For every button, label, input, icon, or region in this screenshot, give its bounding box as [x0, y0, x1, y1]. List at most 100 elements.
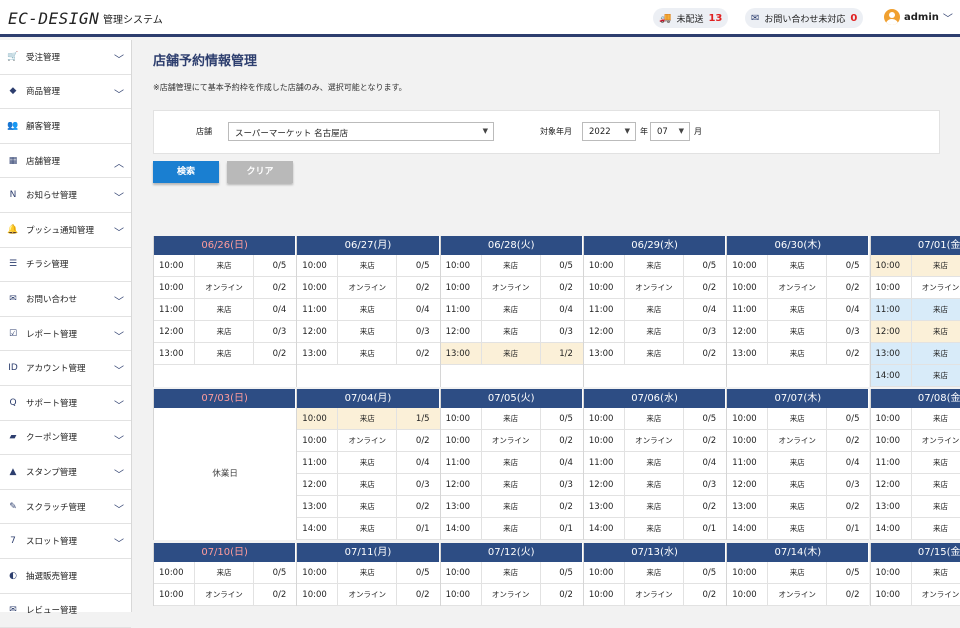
reservation-slot[interactable]: 13:00来店0/2 [154, 343, 296, 365]
sidebar-item[interactable]: ▲スタンプ管理﹀ [0, 455, 131, 490]
reservation-slot[interactable]: 12:00来店0/3 [727, 474, 869, 496]
sidebar-item[interactable]: 7スロット管理﹀ [0, 524, 131, 559]
reservation-slot[interactable]: 12:00来店0/3 [727, 321, 869, 343]
reservation-slot[interactable]: 12:00来店0/3 [297, 474, 439, 496]
reservation-slot[interactable]: 14:00来店0/1 [871, 518, 960, 540]
sidebar-item[interactable]: 🔔プッシュ通知管理﹀ [0, 213, 131, 248]
reservation-slot[interactable]: 10:00来店1/5 [297, 408, 439, 430]
sidebar-item[interactable]: ◐抽選販売管理 [0, 559, 131, 594]
sidebar-item[interactable]: ◆商品管理﹀ [0, 75, 131, 110]
reservation-slot[interactable]: 14:00来店0/1 [584, 518, 726, 540]
reservation-slot[interactable]: 12:00来店0/3 [441, 321, 583, 343]
reservation-slot[interactable]: 10:00来店0/5 [441, 562, 583, 584]
reservation-slot[interactable]: 10:00オンライン0/2 [297, 277, 439, 299]
reservation-slot[interactable]: 12:00来店0/3 [871, 474, 960, 496]
reservation-slot[interactable]: 13:00来店0/2 [441, 496, 583, 518]
reservation-slot[interactable]: 11:00来店0/4 [441, 452, 583, 474]
unshipped-badge[interactable]: 🚚 未配送 13 [653, 8, 728, 28]
reservation-slot[interactable]: 10:00オンライン0/2 [727, 277, 869, 299]
reservation-slot[interactable]: 13:00来店0/2 [871, 343, 960, 365]
reservation-slot[interactable]: 10:00来店0/5 [584, 562, 726, 584]
reservation-slot[interactable]: 13:00来店0/2 [297, 496, 439, 518]
sidebar-item[interactable]: Qサポート管理﹀ [0, 386, 131, 421]
sidebar-item[interactable]: IDアカウント管理﹀ [0, 351, 131, 386]
reservation-slot[interactable]: 10:00オンライン0/2 [441, 430, 583, 452]
inquiry-badge[interactable]: ✉ お問い合わせ未対応 0 [745, 8, 863, 28]
reservation-slot[interactable]: 14:00来店0/1 [441, 518, 583, 540]
reservation-slot[interactable]: 10:00来店0/5 [584, 408, 726, 430]
reservation-slot[interactable]: 11:00来店0/4 [584, 452, 726, 474]
sidebar-item[interactable]: ☰チラシ管理 [0, 248, 131, 283]
reservation-slot[interactable]: 12:00来店0/3 [441, 474, 583, 496]
reservation-slot[interactable]: 10:00来店0/5 [441, 255, 583, 277]
reservation-slot[interactable]: 11:00来店0/4 [727, 452, 869, 474]
year-select[interactable]: 2022 ▼ [582, 122, 636, 141]
clear-button[interactable]: クリア [227, 161, 293, 183]
reservation-slot[interactable]: 13:00来店1/2 [441, 343, 583, 365]
reservation-slot[interactable]: 11:00来店0/4 [584, 299, 726, 321]
reservation-slot[interactable]: 11:00来店0/4 [441, 299, 583, 321]
user-menu[interactable]: admin ﹀ [884, 9, 953, 25]
reservation-slot[interactable]: 10:00来店0/5 [727, 255, 869, 277]
reservation-slot[interactable]: 13:00来店0/2 [727, 496, 869, 518]
reservation-slot[interactable]: 10:00来店0/5 [441, 408, 583, 430]
reservation-slot[interactable]: 13:00来店0/2 [871, 496, 960, 518]
reservation-slot[interactable]: 10:00オンライン0/2 [441, 277, 583, 299]
reservation-slot[interactable]: 10:00オンライン0/2 [871, 430, 960, 452]
reservation-slot[interactable]: 14:00来店0/1 [727, 518, 869, 540]
reservation-slot[interactable]: 10:00来店0/5 [727, 408, 869, 430]
reservation-slot[interactable]: 10:00オンライン0/2 [584, 277, 726, 299]
reservation-slot[interactable]: 10:00来店0/5 [297, 255, 439, 277]
slot-type: 来店 [911, 452, 960, 473]
sidebar-item[interactable]: ▰クーポン管理﹀ [0, 421, 131, 456]
store-select[interactable]: スーパーマーケット 名古屋店 ▼ [228, 122, 494, 141]
sidebar-item[interactable]: ☑レポート管理﹀ [0, 317, 131, 352]
reservation-slot[interactable]: 10:00オンライン0/2 [297, 430, 439, 452]
reservation-slot[interactable]: 10:00オンライン0/2 [584, 584, 726, 606]
reservation-slot[interactable]: 10:00オンライン0/2 [727, 430, 869, 452]
sidebar-item[interactable]: ✉お問い合わせ﹀ [0, 282, 131, 317]
sidebar-item[interactable]: ✉レビュー管理 [0, 594, 131, 628]
reservation-slot[interactable]: 12:00来店0/3 [297, 321, 439, 343]
reservation-slot[interactable]: 10:00来店0/5 [871, 255, 960, 277]
sidebar-item[interactable]: ▦店舗管理︿ [0, 144, 131, 179]
reservation-slot[interactable]: 11:00来店0/4 [871, 299, 960, 321]
search-button[interactable]: 検索 [153, 161, 219, 183]
reservation-slot[interactable]: 14:00来店0/1 [297, 518, 439, 540]
sidebar-item[interactable]: Nお知らせ管理﹀ [0, 178, 131, 213]
reservation-slot[interactable]: 13:00来店0/2 [727, 343, 869, 365]
reservation-slot[interactable]: 10:00オンライン0/2 [584, 430, 726, 452]
reservation-slot[interactable]: 10:00オンライン0/2 [441, 584, 583, 606]
reservation-slot[interactable]: 13:00来店0/2 [584, 496, 726, 518]
sidebar-item[interactable]: 🛒受注管理﹀ [0, 40, 131, 75]
reservation-slot[interactable]: 13:00来店0/2 [297, 343, 439, 365]
reservation-slot[interactable]: 10:00オンライン0/2 [297, 584, 439, 606]
sidebar: 🛒受注管理﹀◆商品管理﹀👥顧客管理▦店舗管理︿Nお知らせ管理﹀🔔プッシュ通知管理… [0, 40, 132, 612]
reservation-slot[interactable]: 10:00オンライン0/2 [871, 277, 960, 299]
reservation-slot[interactable]: 10:00オンライン0/2 [154, 584, 296, 606]
reservation-slot[interactable]: 10:00オンライン0/2 [154, 277, 296, 299]
reservation-slot[interactable]: 11:00来店0/4 [727, 299, 869, 321]
reservation-slot[interactable]: 12:00来店0/3 [584, 321, 726, 343]
reservation-slot[interactable]: 14:00来店0/1 [871, 365, 960, 387]
reservation-slot[interactable]: 10:00オンライン0/2 [871, 584, 960, 606]
reservation-slot[interactable]: 11:00来店0/4 [297, 452, 439, 474]
reservation-slot[interactable]: 10:00オンライン0/2 [727, 584, 869, 606]
reservation-slot[interactable]: 11:00来店0/4 [871, 452, 960, 474]
reservation-slot[interactable]: 10:00来店0/5 [871, 562, 960, 584]
sidebar-item[interactable]: ✎スクラッチ管理﹀ [0, 490, 131, 525]
reservation-slot[interactable]: 10:00来店0/5 [871, 408, 960, 430]
reservation-slot[interactable]: 13:00来店0/2 [584, 343, 726, 365]
reservation-slot[interactable]: 10:00来店0/5 [154, 255, 296, 277]
reservation-slot[interactable]: 12:00来店0/3 [871, 321, 960, 343]
reservation-slot[interactable]: 11:00来店0/4 [297, 299, 439, 321]
reservation-slot[interactable]: 12:00来店0/3 [154, 321, 296, 343]
reservation-slot[interactable]: 10:00来店0/5 [297, 562, 439, 584]
reservation-slot[interactable]: 11:00来店0/4 [154, 299, 296, 321]
reservation-slot[interactable]: 10:00来店0/5 [584, 255, 726, 277]
reservation-slot[interactable]: 12:00来店0/3 [584, 474, 726, 496]
month-select[interactable]: 07 ▼ [650, 122, 690, 141]
reservation-slot[interactable]: 10:00来店0/5 [154, 562, 296, 584]
sidebar-item[interactable]: 👥顧客管理 [0, 109, 131, 144]
reservation-slot[interactable]: 10:00来店0/5 [727, 562, 869, 584]
